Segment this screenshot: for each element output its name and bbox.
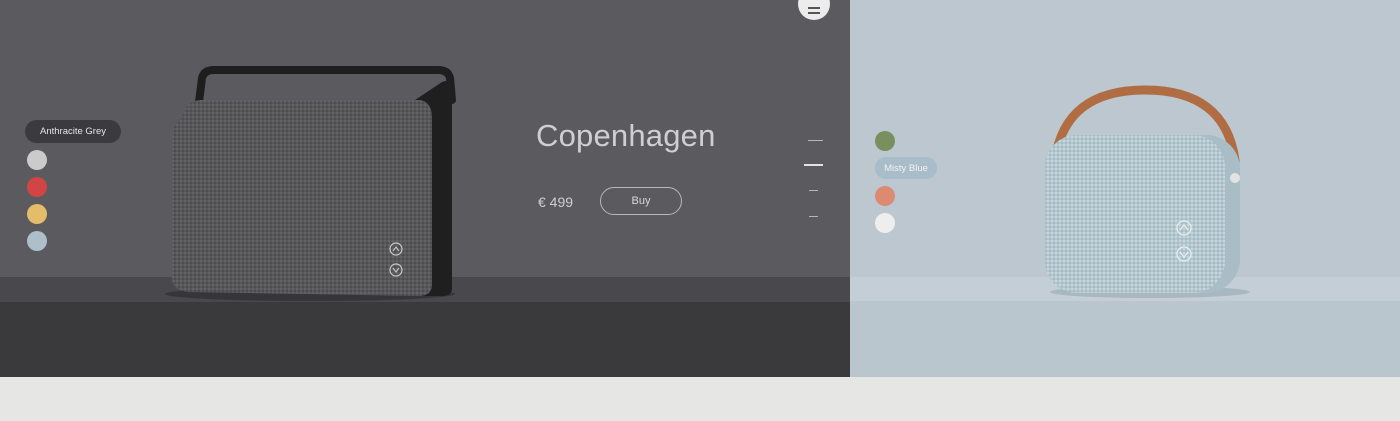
hamburger-icon	[808, 6, 820, 9]
swatch-red[interactable]	[27, 177, 47, 197]
swatch-green[interactable]	[875, 131, 895, 151]
shelf-front	[850, 301, 1400, 377]
swatch-white[interactable]	[875, 213, 895, 233]
helsinki-speaker-image	[1045, 85, 1250, 298]
pager-dot-2[interactable]	[804, 164, 823, 166]
pager-dot-4[interactable]	[809, 216, 818, 217]
pager-dot-3[interactable]	[809, 190, 818, 191]
product-title: Copenhagen	[536, 118, 716, 153]
swatch-yellow[interactable]	[27, 204, 47, 224]
buy-button[interactable]: Buy	[600, 187, 682, 215]
footer-area	[0, 377, 1400, 421]
product-panel-copenhagen: Anthracite Grey Copenhagen € 499 Buy	[0, 0, 850, 377]
selected-color-label: Anthracite Grey	[25, 120, 121, 143]
product-panel-helsinki: Misty Blue	[850, 0, 1400, 377]
pager-dot-1[interactable]	[808, 140, 823, 141]
selected-color-label: Misty Blue	[875, 157, 937, 179]
swatch-blue[interactable]	[27, 231, 47, 251]
swatch-coral[interactable]	[875, 186, 895, 206]
product-price: € 499	[538, 194, 574, 210]
shelf-front	[0, 302, 850, 377]
menu-button[interactable]	[798, 0, 830, 20]
swatch-grey[interactable]	[27, 150, 47, 170]
copenhagen-speaker-image	[165, 66, 456, 301]
